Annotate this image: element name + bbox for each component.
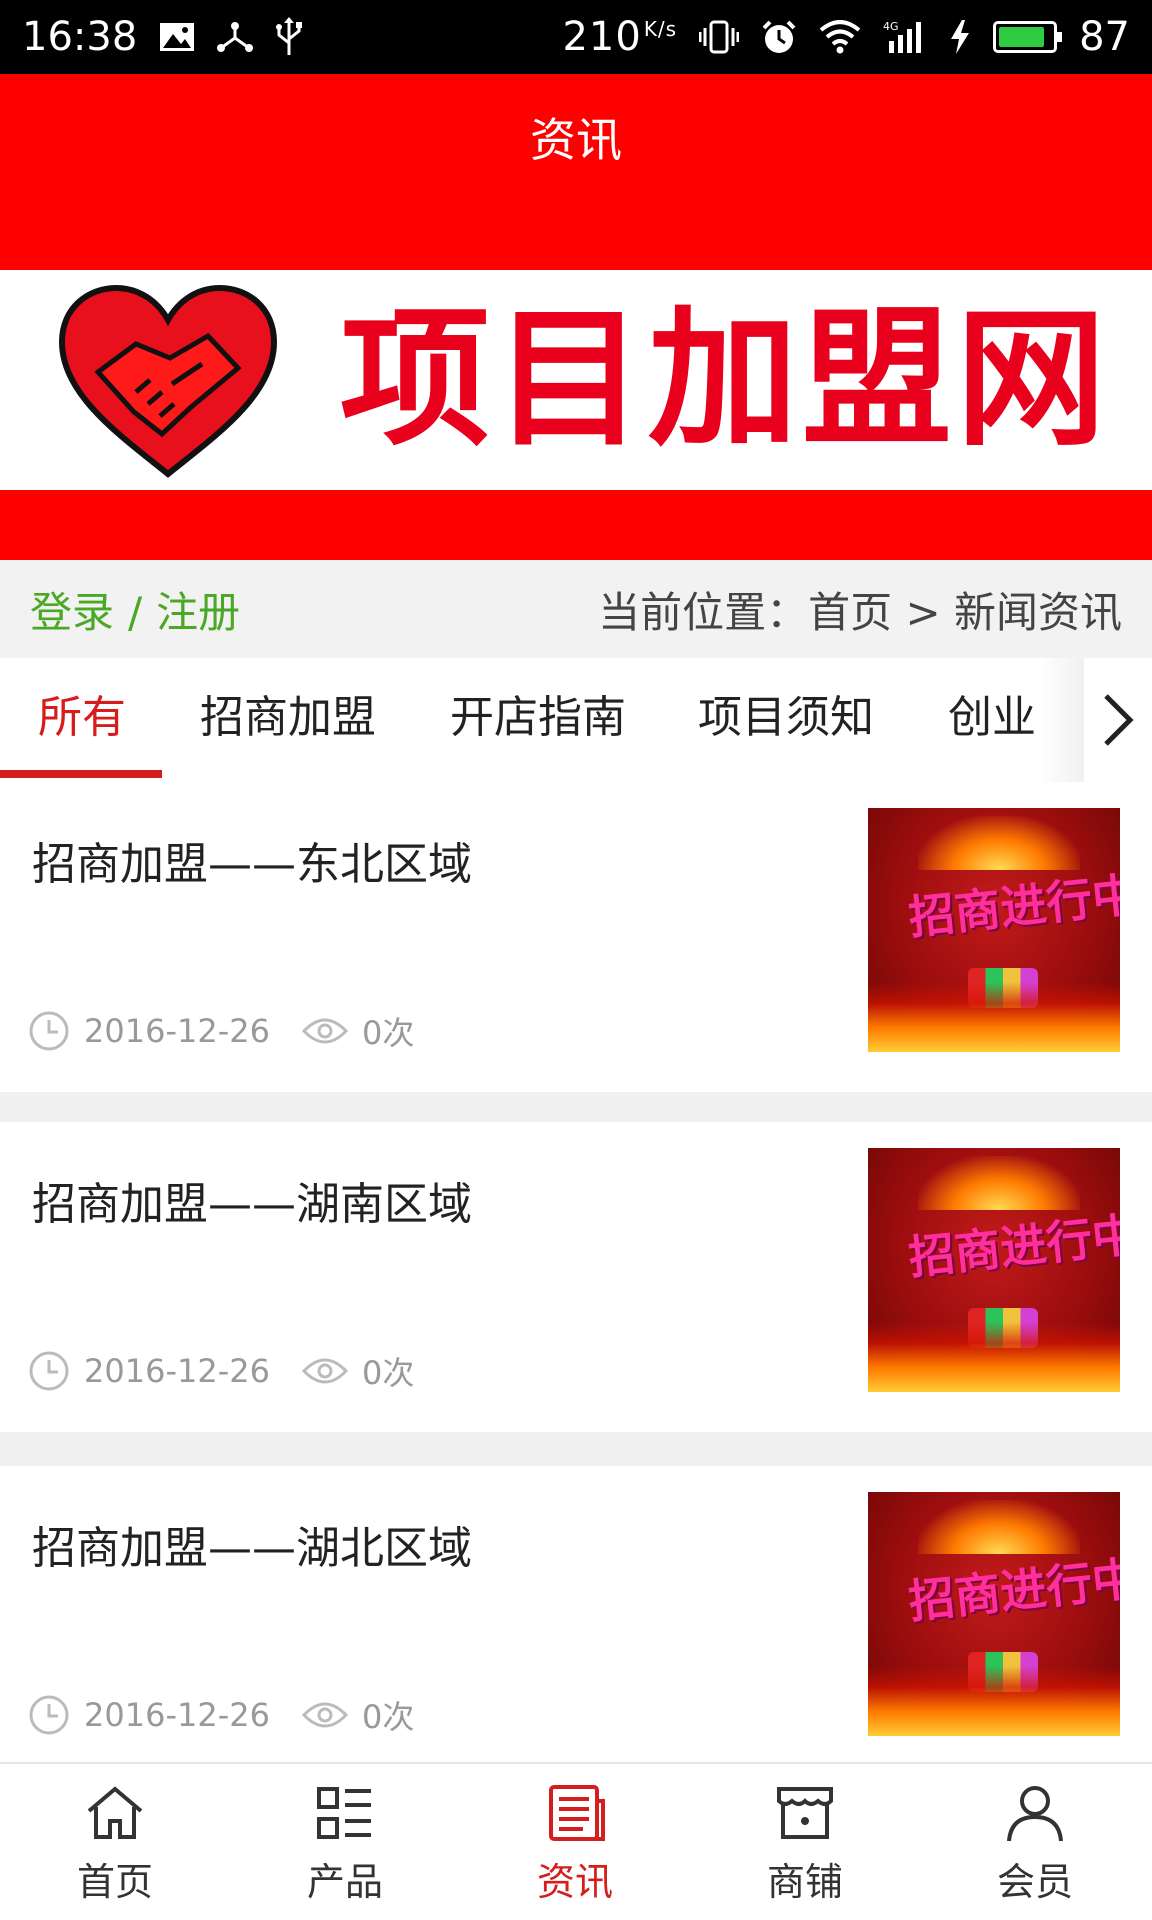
brand-name: 项目加盟网	[340, 293, 1111, 467]
battery-fill	[999, 27, 1045, 47]
news-meta: 2016-12-26 0次	[28, 1692, 414, 1738]
thumbnail-caption: 招商进行中	[906, 867, 1120, 945]
tabs-more-button[interactable]	[1084, 658, 1152, 782]
auth-separator: /	[128, 587, 143, 637]
news-views: 0次	[361, 1354, 415, 1392]
banner-bottom-strip	[0, 490, 1152, 560]
news-thumbnail[interactable]: 招商进行中	[868, 1492, 1120, 1736]
nav-home[interactable]: 首页	[0, 1764, 230, 1920]
bottom-nav: 首页 产品 资讯 商铺 会员	[0, 1762, 1152, 1920]
clock-icon	[28, 1010, 70, 1052]
tab-scroll-fade	[1040, 658, 1084, 782]
brand-banner[interactable]: 项目加盟网	[0, 270, 1152, 490]
news-meta: 2016-12-26 0次	[28, 1348, 414, 1394]
thumbnail-caption: 招商进行中	[906, 1551, 1120, 1629]
category-tabs: 所有 招商加盟 开店指南 项目须知 创业	[0, 658, 1152, 782]
image-icon	[159, 22, 195, 52]
nav-news[interactable]: 资讯	[460, 1764, 690, 1920]
news-item[interactable]: 招商加盟——东北区域 2016-12-26 0次 招商进行中	[0, 782, 1152, 1092]
home-icon	[87, 1785, 143, 1839]
status-time: 16:38	[22, 14, 138, 60]
news-item[interactable]: 招商加盟——湖南区域 2016-12-26 0次 招商进行中	[0, 1122, 1152, 1432]
eye-icon	[301, 1355, 348, 1387]
nav-member-label: 会员	[996, 1859, 1073, 1904]
list-grid-icon	[317, 1786, 371, 1839]
clock-icon	[28, 1694, 70, 1736]
news-title[interactable]: 招商加盟——东北区域	[32, 828, 472, 892]
battery-icon	[993, 21, 1063, 53]
news-date: 2016-12-26	[84, 1012, 270, 1050]
thumbnail-caption: 招商进行中	[906, 1207, 1120, 1285]
tab-franchise[interactable]: 招商加盟	[200, 658, 376, 782]
login-link[interactable]: 登录	[30, 588, 114, 637]
nav-products[interactable]: 产品	[230, 1764, 460, 1920]
share-icon	[217, 21, 254, 53]
breadcrumb: 当前位置：首页 > 新闻资讯	[598, 587, 1122, 637]
nav-shops[interactable]: 商铺	[690, 1764, 920, 1920]
clock-icon	[28, 1350, 70, 1392]
status-bar: 16:38 210 K/s 4G 87	[0, 0, 1152, 74]
nav-home-label: 首页	[76, 1859, 153, 1904]
signal-4g-icon: 4G	[883, 19, 927, 55]
news-item[interactable]: 招商加盟——湖北区域 2016-12-26 0次 招商进行中	[0, 1466, 1152, 1776]
news-views: 0次	[361, 1698, 415, 1736]
tab-all[interactable]: 所有	[38, 658, 126, 782]
news-icon	[549, 1784, 605, 1841]
alarm-icon	[761, 19, 797, 55]
news-views: 0次	[361, 1014, 415, 1052]
register-link[interactable]: 注册	[156, 588, 240, 637]
net-speed: 210 K/s	[562, 14, 678, 60]
usb-icon	[275, 17, 303, 57]
charging-icon	[949, 20, 971, 54]
user-icon	[1007, 1785, 1063, 1841]
news-date: 2016-12-26	[84, 1352, 270, 1390]
page-header: 资讯	[0, 74, 1152, 270]
app-screen: 16:38 210 K/s 4G 87 资讯 项目加盟网 登录 / 注册 当前位…	[0, 0, 1152, 1920]
news-title[interactable]: 招商加盟——湖北区域	[32, 1512, 472, 1576]
battery-level: 87	[1079, 14, 1130, 60]
svg-text:4G: 4G	[883, 20, 899, 33]
auth-links: 登录 / 注册	[30, 579, 240, 640]
chevron-right-icon	[1104, 694, 1134, 746]
eye-icon	[301, 1015, 348, 1047]
news-title[interactable]: 招商加盟——湖南区域	[32, 1168, 472, 1232]
active-tab-indicator	[0, 770, 162, 778]
news-thumbnail[interactable]: 招商进行中	[868, 1148, 1120, 1392]
news-date: 2016-12-26	[84, 1696, 270, 1734]
nav-shops-label: 商铺	[766, 1859, 843, 1904]
news-meta: 2016-12-26 0次	[28, 1008, 414, 1054]
tab-project-notes[interactable]: 项目须知	[698, 658, 874, 782]
breadcrumb-bar: 登录 / 注册 当前位置：首页 > 新闻资讯	[0, 560, 1152, 658]
eye-icon	[301, 1699, 348, 1731]
nav-member[interactable]: 会员	[920, 1764, 1150, 1920]
news-list: 招商加盟——东北区域 2016-12-26 0次 招商进行中 招商加盟——湖南区…	[0, 782, 1152, 1776]
tab-startup[interactable]: 创业	[948, 658, 1036, 782]
vibrate-icon	[699, 20, 740, 54]
nav-products-label: 产品	[306, 1859, 383, 1904]
tab-store-guide[interactable]: 开店指南	[450, 658, 626, 782]
news-thumbnail[interactable]: 招商进行中	[868, 808, 1120, 1052]
wifi-icon	[819, 20, 861, 54]
nav-news-label: 资讯	[536, 1859, 613, 1904]
page-title: 资讯	[530, 113, 622, 167]
handshake-heart-logo	[58, 284, 278, 478]
shop-icon	[777, 1786, 833, 1839]
